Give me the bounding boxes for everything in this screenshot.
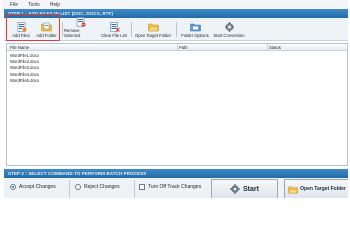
- gear-icon: [230, 184, 241, 194]
- toolbar-separator: [176, 22, 177, 37]
- table-header: File Name Path Status: [7, 44, 347, 51]
- gear-icon: [224, 22, 235, 32]
- turn-off-track-changes-checkbox[interactable]: [139, 184, 145, 190]
- open-target-folder-bottom-label: Open Target Folder: [300, 186, 346, 192]
- file-list-table[interactable]: File Name Path Status WordFile1.docx Wor…: [6, 43, 348, 166]
- reject-changes-label: Reject Changes: [84, 184, 120, 190]
- clear-list-icon: [109, 22, 120, 32]
- column-path[interactable]: Path: [179, 45, 188, 50]
- remove-file-icon: [75, 17, 86, 27]
- toolbar-separator: [131, 22, 132, 37]
- file-name-cell: WordFile5.docx: [10, 78, 40, 84]
- command-panel: Accept Changes Reject Changes Turn Off T…: [4, 178, 348, 198]
- open-folder-icon: [288, 186, 298, 193]
- file-name-cell: WordFile2.docx: [10, 58, 40, 64]
- folder-options-icon: [189, 22, 201, 32]
- file-name-cell: WordFile1.docx: [10, 52, 40, 58]
- open-folder-icon: [147, 22, 159, 32]
- start-button[interactable]: Start: [211, 179, 278, 198]
- start-conversion-button[interactable]: Start Conversion: [212, 19, 246, 40]
- turn-off-track-changes-option[interactable]: Turn Off Track Changes: [139, 184, 201, 190]
- toolbar-separator: [62, 22, 63, 37]
- clear-file-list-label: Clear File List: [101, 33, 127, 38]
- column-divider[interactable]: [177, 44, 178, 51]
- accept-changes-label: Accept Changes: [19, 184, 56, 190]
- step2-header: STEP 2 : SELECT COMMAND TO PERFORM BATCH…: [4, 169, 348, 178]
- panel-separator: [69, 180, 70, 198]
- file-name-cell: WordFile4.docx: [10, 71, 40, 77]
- remove-selected-button[interactable]: Remove Selected: [64, 17, 96, 40]
- column-divider[interactable]: [267, 44, 268, 51]
- open-target-folder-label: Open Target Folder: [134, 33, 171, 38]
- open-target-folder-bottom-button[interactable]: Open Target Folder: [284, 179, 348, 198]
- accept-changes-option[interactable]: Accept Changes: [10, 184, 56, 190]
- folder-options-button[interactable]: Folder Options: [179, 19, 211, 40]
- start-label: Start: [243, 185, 259, 193]
- turn-off-track-changes-label: Turn Off Track Changes: [148, 184, 202, 190]
- reject-changes-option[interactable]: Reject Changes: [75, 184, 120, 190]
- add-buttons-highlight: [6, 14, 60, 41]
- clear-file-list-button[interactable]: Clear File List: [99, 19, 129, 40]
- file-name-cell: WordFile3.docx: [10, 65, 40, 71]
- table-row[interactable]: WordFile5.docx: [7, 78, 347, 84]
- remove-selected-label: Remove Selected: [64, 28, 81, 38]
- column-status[interactable]: Status: [269, 45, 281, 50]
- open-target-folder-button[interactable]: Open Target Folder: [133, 19, 173, 40]
- column-file-name[interactable]: File Name: [10, 45, 29, 50]
- folder-options-label: Folder Options: [181, 33, 209, 38]
- app-window: File Tools Help STEP 1 : ADD FILES IN LI…: [0, 0, 350, 200]
- reject-changes-radio[interactable]: [75, 184, 81, 190]
- start-conversion-label: Start Conversion: [213, 33, 245, 38]
- panel-separator: [134, 180, 135, 198]
- accept-changes-radio[interactable]: [10, 184, 16, 190]
